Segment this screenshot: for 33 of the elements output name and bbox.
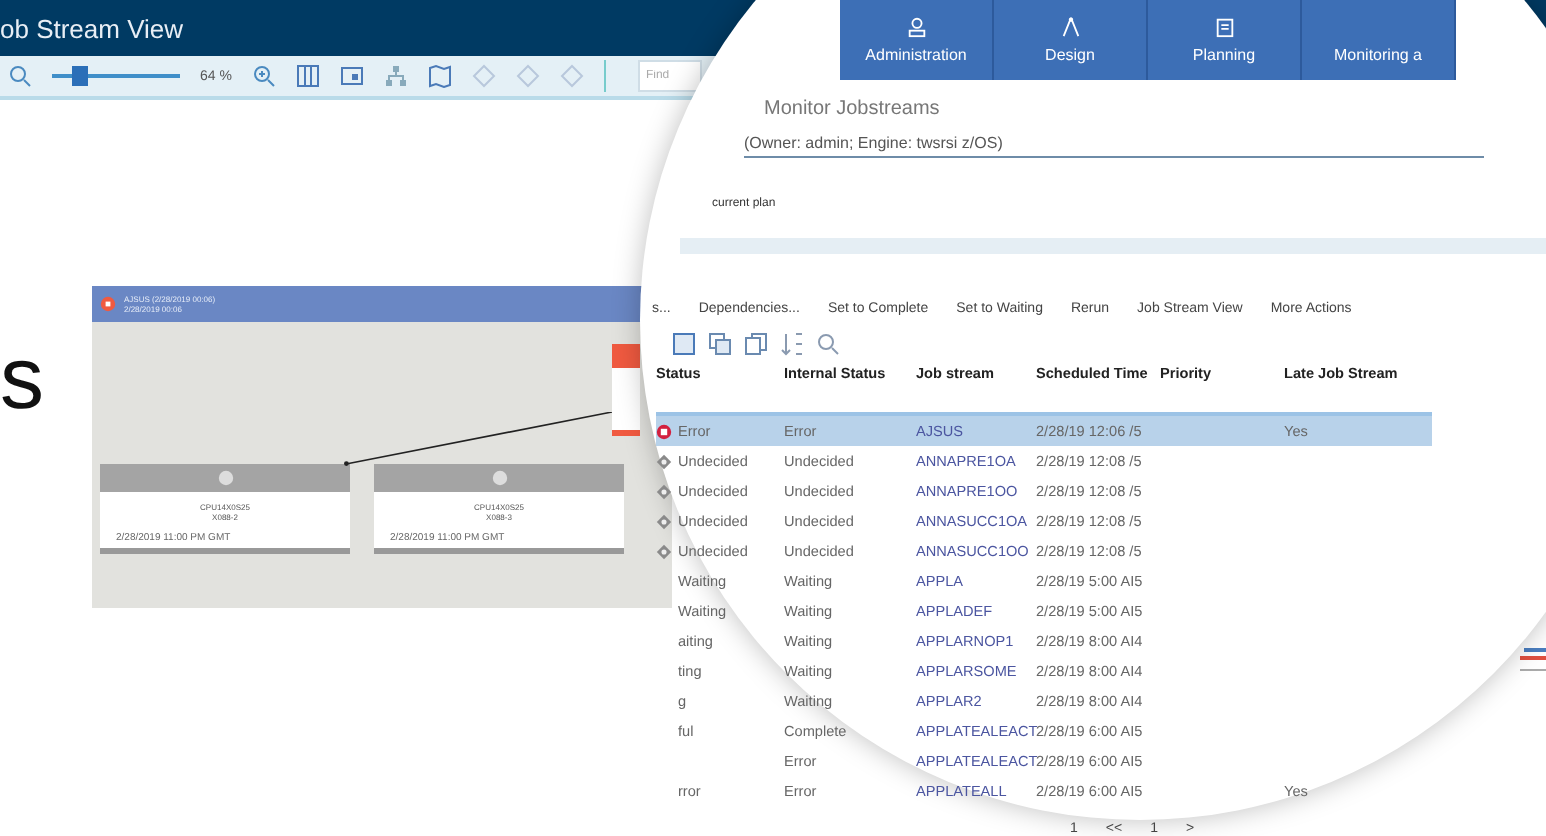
page-title: Monitor Jobstreams <box>764 98 942 121</box>
compass-icon <box>1059 16 1081 39</box>
hierarchy-icon[interactable] <box>383 64 408 88</box>
clipboard-icon <box>1213 16 1235 39</box>
diamond-icon <box>656 513 672 529</box>
window-title: ob Stream View <box>0 13 184 43</box>
side-text: s <box>0 336 44 424</box>
zoom-out-icon[interactable] <box>8 64 32 88</box>
chart-fragment-drawing <box>1520 648 1546 672</box>
diamond-icon <box>656 453 672 469</box>
page-subtitle: (Owner: admin; Engine: twsrsi z/OS) <box>744 134 1484 159</box>
zoom-slider-thumb[interactable] <box>72 66 89 86</box>
error-node[interactable] <box>612 344 640 436</box>
diamond-icon <box>656 483 672 499</box>
columns-icon[interactable] <box>295 64 320 88</box>
error-icon <box>656 423 672 439</box>
map-icon[interactable] <box>427 64 452 88</box>
nav-tab[interactable]: Monitoring a <box>1302 0 1456 81</box>
info-icon <box>217 470 233 486</box>
person-icon <box>905 16 927 39</box>
nav-tab[interactable]: Planning <box>1148 0 1302 81</box>
nav-tab[interactable]: Administration <box>840 0 994 81</box>
copy-icon[interactable] <box>708 332 732 356</box>
window-icon[interactable] <box>339 64 364 88</box>
search-icon[interactable] <box>816 332 840 356</box>
sort-icon[interactable] <box>780 332 804 356</box>
nav-tab[interactable]: Design <box>994 0 1148 81</box>
info-icon <box>491 470 507 486</box>
error-icon <box>100 296 116 312</box>
copy-icon[interactable] <box>744 332 768 356</box>
zoom-in-icon[interactable] <box>251 64 276 88</box>
diamond-icon <box>656 543 672 559</box>
calendar-icon[interactable] <box>672 332 696 356</box>
